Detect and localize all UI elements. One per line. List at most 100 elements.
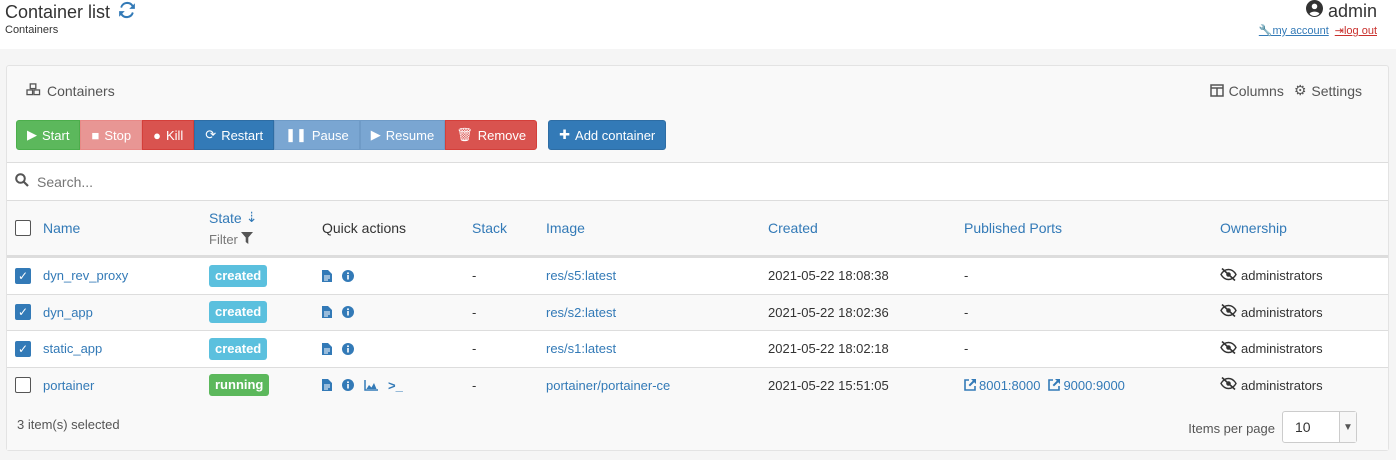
stop-icon: ■ — [91, 127, 100, 143]
external-link-icon — [1048, 379, 1061, 392]
stack-value: - — [472, 377, 477, 393]
ownership-value: administrators — [1220, 304, 1323, 320]
image-link[interactable]: res/s2:latest — [546, 305, 616, 320]
items-per-page-label: Items per page — [1188, 421, 1275, 436]
row-checkbox[interactable] — [15, 377, 31, 394]
info-icon[interactable] — [342, 379, 354, 392]
search-bar — [7, 162, 1388, 200]
ownership-value: administrators — [1220, 267, 1323, 284]
stack-value: - — [472, 268, 477, 284]
column-created-header[interactable]: Created — [768, 220, 818, 236]
page-title-text: Container list — [5, 2, 111, 22]
plus-icon: ✚ — [559, 127, 571, 142]
restart-button[interactable]: ⟳ Restart — [194, 120, 275, 150]
container-name-link[interactable]: dyn_app — [43, 305, 93, 320]
row-checkbox[interactable]: ✓ — [15, 304, 31, 321]
column-quick-actions-header: Quick actions — [322, 220, 407, 236]
info-icon[interactable] — [342, 269, 354, 282]
settings-button[interactable]: ⚙ Settings — [1294, 82, 1362, 99]
info-icon[interactable] — [342, 306, 354, 319]
container-name-link[interactable]: static_app — [43, 341, 102, 356]
refresh-icon[interactable] — [118, 1, 136, 24]
containers-panel: Containers Columns ⚙ Settings ▶ Start ■ St… — [6, 65, 1389, 451]
breadcrumb: Containers — [5, 24, 59, 36]
pause-icon: ❚❚ — [285, 127, 307, 142]
panel-header: Containers Columns ⚙ Settings — [7, 66, 1388, 114]
logs-icon[interactable] — [322, 342, 332, 355]
quick-actions — [322, 306, 354, 319]
items-per-page-select[interactable]: 10 ▼ — [1282, 411, 1357, 443]
table-footer: 3 item(s) selected Items per page 10 ▼ — [7, 404, 1388, 450]
resume-button[interactable]: ▶ Resume — [359, 120, 446, 150]
stop-button[interactable]: ■ Stop — [80, 120, 143, 150]
image-link[interactable]: res/s1:latest — [546, 341, 616, 356]
ownership-value: administrators — [1220, 377, 1323, 393]
table-row: portainer running >_ - portainer/portainer-c… — [7, 366, 1388, 403]
gear-icon: ⚙ — [1293, 82, 1307, 98]
eye-slash-icon — [1220, 377, 1237, 393]
quick-actions — [322, 342, 354, 355]
columns-icon — [1209, 84, 1224, 97]
state-filter[interactable]: Filter — [209, 232, 253, 247]
column-state-header: State ⇣ Filter — [209, 201, 257, 255]
column-image-header[interactable]: Image — [546, 220, 585, 236]
select-all-checkbox[interactable] — [15, 220, 31, 236]
ports-value: - — [964, 268, 969, 284]
state-sort[interactable]: State ⇣ — [209, 209, 257, 226]
ports-value: - — [964, 341, 969, 357]
row-checkbox[interactable]: ✓ — [15, 340, 31, 357]
created-value: 2021-05-22 18:02:36 — [768, 304, 889, 320]
add-container-button[interactable]: ✚ Add container — [548, 120, 667, 150]
pause-button[interactable]: ❚❚ Pause — [274, 120, 360, 150]
stats-icon[interactable] — [364, 379, 378, 391]
start-button[interactable]: ▶ Start — [16, 120, 81, 150]
stack-value: - — [472, 304, 477, 320]
containers-table: Name State ⇣ Filter Quick actions Stack I… — [7, 200, 1388, 403]
search-input[interactable] — [37, 173, 637, 190]
cubes-icon — [26, 83, 41, 99]
columns-button[interactable]: Columns — [1209, 82, 1284, 99]
info-icon[interactable] — [342, 342, 354, 355]
table-header-row: Name State ⇣ Filter Quick actions Stack I… — [7, 200, 1388, 257]
eye-slash-icon — [1220, 304, 1237, 320]
image-link[interactable]: res/s5:latest — [546, 268, 616, 283]
eye-slash-icon — [1220, 340, 1237, 357]
remove-button[interactable]: 🗑 Remove — [445, 120, 538, 150]
column-stack-header[interactable]: Stack — [472, 220, 507, 236]
port-link[interactable]: 8001:8000 — [964, 378, 1040, 393]
image-link[interactable]: portainer/portainer-ce — [546, 378, 670, 393]
action-toolbar: ▶ Start ■ Stop ● Kill ⟳ Restart ❚❚ Pause ▶ Res… — [16, 120, 667, 150]
page-title: Container list — [5, 1, 136, 24]
eye-slash-icon — [1220, 267, 1237, 284]
panel-title: Containers — [26, 83, 115, 99]
column-ownership-header[interactable]: Ownership — [1220, 220, 1287, 236]
status-badge: running — [209, 374, 270, 397]
ports-value: - — [964, 304, 969, 320]
container-name-link[interactable]: dyn_rev_proxy — [43, 268, 128, 283]
console-icon[interactable]: >_ — [388, 378, 403, 393]
stack-value: - — [472, 341, 477, 357]
bomb-icon: ● — [153, 127, 161, 143]
row-checkbox[interactable]: ✓ — [15, 267, 31, 284]
play-icon: ▶ — [27, 127, 37, 142]
table-row: ✓ dyn_rev_proxy created - res/s5:latest 2021-… — [7, 257, 1388, 294]
log-out-link[interactable]: ⇥log out — [1335, 24, 1377, 37]
kill-button[interactable]: ● Kill — [142, 120, 195, 150]
column-ports-header[interactable]: Published Ports — [964, 220, 1062, 236]
logs-icon[interactable] — [322, 306, 332, 319]
container-name-link[interactable]: portainer — [43, 378, 94, 393]
ownership-value: administrators — [1220, 340, 1323, 357]
logs-icon[interactable] — [322, 379, 332, 392]
logs-icon[interactable] — [322, 269, 332, 282]
trash-icon: 🗑 — [456, 127, 473, 142]
created-value: 2021-05-22 18:08:38 — [768, 268, 889, 284]
column-name-header[interactable]: Name — [43, 220, 80, 236]
refresh-icon: ⟳ — [205, 127, 217, 142]
play-icon: ▶ — [370, 127, 381, 142]
port-link[interactable]: 9000:9000 — [1048, 378, 1125, 393]
sort-icon: ⇣ — [245, 209, 258, 225]
wrench-icon: 🔧 — [1258, 25, 1273, 37]
table-row: ✓ static_app created - res/s1:latest 2021-05-… — [7, 330, 1388, 367]
my-account-link[interactable]: 🔧my account — [1259, 24, 1329, 37]
selected-count: 3 item(s) selected — [17, 417, 120, 432]
